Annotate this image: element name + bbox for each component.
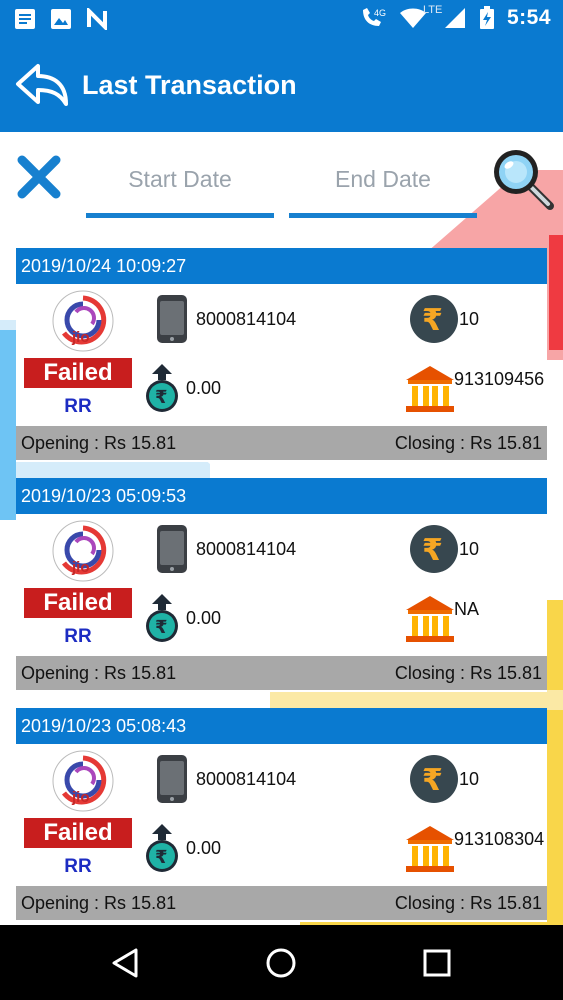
phone-icon bbox=[157, 525, 187, 573]
notes-icon bbox=[15, 9, 35, 29]
decor-shape-red bbox=[549, 235, 563, 350]
mobile-number: 8000814104 bbox=[196, 539, 297, 559]
recharge-type: RR bbox=[64, 626, 92, 647]
balance-footer: Opening : Rs 15.81 Closing : Rs 15.81 bbox=[16, 656, 547, 690]
clock: 5:54 bbox=[506, 6, 551, 29]
balance-value: 0.00 bbox=[186, 608, 222, 628]
amount-value: 10 bbox=[459, 539, 480, 559]
svg-text:₹: ₹ bbox=[155, 847, 168, 868]
lte-label: LTE bbox=[422, 4, 443, 16]
system-nav-bar bbox=[0, 925, 563, 1000]
phone-icon bbox=[157, 295, 187, 343]
image-icon bbox=[51, 9, 71, 29]
opening-balance: Opening : Rs 15.81 bbox=[21, 433, 177, 453]
rupee-coin-icon: ₹ bbox=[410, 295, 458, 343]
start-date-field[interactable]: Start Date bbox=[86, 162, 274, 218]
status-badge: Failed bbox=[24, 588, 132, 618]
closing-balance: Closing : Rs 15.81 bbox=[394, 663, 542, 683]
phone-icon bbox=[157, 755, 187, 803]
transaction-card[interactable]: 2019/10/24 10:09:27 jio Failed RR 800081… bbox=[16, 248, 547, 462]
amount-value: 10 bbox=[459, 309, 480, 329]
mobile-number: 8000814104 bbox=[196, 309, 297, 329]
decor-shape-blue bbox=[0, 330, 16, 520]
rupee-wallet-icon: ₹ bbox=[146, 594, 178, 642]
balance-value: 0.00 bbox=[186, 378, 222, 398]
opening-balance: Opening : Rs 15.81 bbox=[21, 893, 177, 913]
decor-shape-yellow bbox=[545, 600, 563, 930]
rupee-wallet-icon: ₹ bbox=[146, 824, 178, 872]
balance-footer: Opening : Rs 15.81 Closing : Rs 15.81 bbox=[16, 886, 547, 920]
n-app-icon bbox=[87, 8, 107, 30]
svg-text:₹: ₹ bbox=[155, 617, 168, 638]
svg-text:₹: ₹ bbox=[422, 303, 443, 338]
decor-shape-paleyellow bbox=[270, 690, 563, 710]
balance-value: 0.00 bbox=[186, 838, 222, 858]
end-date-underline bbox=[289, 213, 477, 218]
page-title: Last Transaction bbox=[82, 70, 297, 100]
start-date-placeholder: Start Date bbox=[128, 166, 232, 192]
bank-icon bbox=[406, 366, 454, 412]
back-arrow-icon[interactable] bbox=[14, 60, 70, 112]
transaction-datetime: 2019/10/24 10:09:27 bbox=[16, 248, 547, 284]
transaction-datetime: 2019/10/23 05:09:53 bbox=[16, 478, 547, 514]
search-icon[interactable] bbox=[490, 146, 556, 212]
operator-id: NA bbox=[454, 599, 480, 619]
home-circle-icon[interactable] bbox=[265, 947, 297, 979]
end-date-placeholder: End Date bbox=[335, 166, 431, 192]
rupee-wallet-icon: ₹ bbox=[146, 364, 178, 412]
svg-text:₹: ₹ bbox=[155, 387, 168, 408]
status-bar: 4G LTE 5:54 bbox=[0, 0, 563, 40]
transaction-card[interactable]: 2019/10/23 05:09:53 jio Failed RR 800081… bbox=[16, 478, 547, 692]
jio-logo-icon: jio bbox=[52, 750, 114, 812]
jio-logo-icon: jio bbox=[52, 290, 114, 352]
recharge-type: RR bbox=[64, 396, 92, 417]
amount-value: 10 bbox=[459, 769, 480, 789]
operator-id: 913108304 bbox=[454, 829, 545, 849]
transaction-card[interactable]: 2019/10/23 05:08:43 jio Failed RR 800081… bbox=[16, 708, 547, 922]
close-icon[interactable] bbox=[16, 154, 62, 200]
svg-text:₹: ₹ bbox=[422, 533, 443, 568]
opening-balance: Opening : Rs 15.81 bbox=[21, 663, 177, 683]
balance-footer: Opening : Rs 15.81 Closing : Rs 15.81 bbox=[16, 426, 547, 460]
recharge-type: RR bbox=[64, 856, 92, 877]
start-date-underline bbox=[86, 213, 274, 218]
status-badge: Failed bbox=[24, 818, 132, 848]
svg-text:4G: 4G bbox=[374, 8, 386, 18]
status-badge: Failed bbox=[24, 358, 132, 388]
svg-text:₹: ₹ bbox=[422, 763, 443, 798]
svg-text:jio: jio bbox=[71, 329, 90, 346]
app-bar: Last Transaction bbox=[0, 40, 563, 132]
svg-text:jio: jio bbox=[71, 789, 90, 806]
back-triangle-icon[interactable] bbox=[110, 947, 142, 979]
lte-signal-icon bbox=[444, 8, 465, 28]
rupee-coin-icon: ₹ bbox=[410, 755, 458, 803]
closing-balance: Closing : Rs 15.81 bbox=[394, 893, 542, 913]
bank-icon bbox=[406, 826, 454, 872]
rupee-coin-icon: ₹ bbox=[410, 525, 458, 573]
transaction-datetime: 2019/10/23 05:08:43 bbox=[16, 708, 547, 744]
call-4g-icon: 4G bbox=[362, 8, 386, 26]
bank-icon bbox=[406, 596, 454, 642]
operator-id: 913109456 bbox=[454, 369, 545, 389]
date-filter-bar: Start Date End Date bbox=[0, 132, 563, 232]
battery-charging-icon bbox=[479, 6, 494, 29]
jio-logo-icon: jio bbox=[52, 520, 114, 582]
closing-balance: Closing : Rs 15.81 bbox=[394, 433, 542, 453]
end-date-field[interactable]: End Date bbox=[289, 162, 477, 218]
recents-square-icon[interactable] bbox=[421, 947, 453, 979]
mobile-number: 8000814104 bbox=[196, 769, 297, 789]
svg-text:jio: jio bbox=[71, 559, 90, 576]
